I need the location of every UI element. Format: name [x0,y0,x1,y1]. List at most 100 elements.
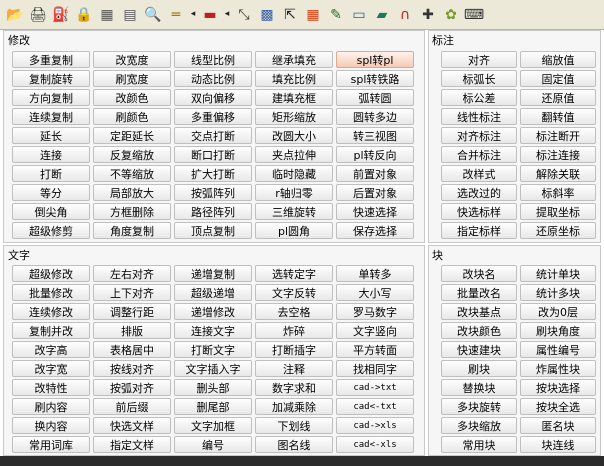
modify-button[interactable]: 快速选择 [336,203,414,220]
text-button[interactable]: 递增复制 [174,265,252,282]
text-button[interactable]: 打断文字 [174,341,252,358]
annotate-button[interactable]: 快选标样 [441,203,517,220]
modify-button[interactable]: 继承填充 [255,51,333,68]
text-button[interactable]: 文字反转 [255,284,333,301]
calculator-icon[interactable]: ▦ [96,4,118,26]
text-button[interactable]: 文字竖向 [336,322,414,339]
annotate-button[interactable]: 标注连接 [520,146,596,163]
text-button[interactable]: 编号 [174,436,252,453]
modify-button[interactable]: 临时隐藏 [255,165,333,182]
modify-button[interactable]: 断口打断 [174,146,252,163]
text-button[interactable]: 常用词库 [12,436,90,453]
annotate-button[interactable]: 对齐 [441,51,517,68]
block-button[interactable]: 批量改名 [441,284,517,301]
print-icon[interactable]: 🖨 [27,4,49,26]
text-button[interactable]: 刷内容 [12,398,90,415]
text-button[interactable]: 指定文样 [93,436,171,453]
modify-button[interactable]: 打断 [12,165,90,182]
stamp-icon[interactable]: ⛽ [50,4,72,26]
modify-button[interactable]: 动态比例 [174,70,252,87]
block-button[interactable]: 改块颜色 [441,322,517,339]
annotate-button[interactable]: 标公差 [441,89,517,106]
block-button[interactable]: 块连线 [520,436,596,453]
book-icon[interactable]: ▰ [371,4,393,26]
block-button[interactable]: 属性编号 [520,341,596,358]
modify-button[interactable]: 交点打断 [174,127,252,144]
text-button[interactable]: 加减乘除 [255,398,333,415]
annotate-button[interactable]: 选改过的 [441,184,517,201]
text-button[interactable]: 大小写 [336,284,414,301]
modify-button[interactable]: pl转反向 [336,146,414,163]
text-button[interactable]: 递增修改 [174,303,252,320]
annotate-button[interactable]: 对齐标注 [441,127,517,144]
modify-button[interactable]: 连续复制 [12,108,90,125]
text-button[interactable]: cad<-xls [336,436,414,453]
text-button[interactable]: 改特性 [12,379,90,396]
text-button[interactable]: 打断插字 [255,341,333,358]
text-button[interactable]: 删尾部 [174,398,252,415]
text-button[interactable]: 表格居中 [93,341,171,358]
text-button[interactable]: 下划线 [255,417,333,434]
arrow-left-icon[interactable]: ◂ [188,4,198,26]
modify-button[interactable]: 定距延长 [93,127,171,144]
text-button[interactable]: 改字高 [12,341,90,358]
modify-button[interactable]: 延长 [12,127,90,144]
modify-button[interactable]: 三维旋转 [255,203,333,220]
annotate-button[interactable]: 还原值 [520,89,596,106]
modify-button[interactable]: 倒尖角 [12,203,90,220]
text-button[interactable]: 改字宽 [12,360,90,377]
text-button[interactable]: 按线对齐 [93,360,171,377]
block-button[interactable]: 多块旋转 [441,398,517,415]
modify-button[interactable]: spl转pl [336,51,414,68]
text-button[interactable]: 单转多 [336,265,414,282]
block-button[interactable]: 炸属性块 [520,360,596,377]
modify-button[interactable]: 改圆大小 [255,127,333,144]
text-button[interactable]: 超级修改 [12,265,90,282]
text-button[interactable]: 左右对齐 [93,265,171,282]
text-button[interactable]: 调整行距 [93,303,171,320]
zoom-icon[interactable]: 🔍 [142,4,164,26]
resize-icon[interactable]: ⇱ [279,4,301,26]
block-button[interactable]: 刷块 [441,360,517,377]
annotate-button[interactable]: 指定标样 [441,222,517,239]
text-button[interactable]: 文字加框 [174,417,252,434]
block-button[interactable]: 按块选择 [520,379,596,396]
modify-button[interactable]: 刷宽度 [93,70,171,87]
block-button[interactable]: 统计多块 [520,284,596,301]
modify-button[interactable]: 多重偏移 [174,108,252,125]
text-button[interactable]: 上下对齐 [93,284,171,301]
block-button[interactable]: 匿名块 [520,417,596,434]
modify-button[interactable]: 建填充框 [255,89,333,106]
modify-button[interactable]: 矩形缩放 [255,108,333,125]
annotate-button[interactable]: 线性标注 [441,108,517,125]
modify-button[interactable]: 填充比例 [255,70,333,87]
modify-button[interactable]: 角度复制 [93,222,171,239]
text-button[interactable]: cad->xls [336,417,414,434]
block-button[interactable]: 改块名 [441,265,517,282]
modify-button[interactable]: r轴归零 [255,184,333,201]
modify-button[interactable]: 改颜色 [93,89,171,106]
annotate-button[interactable]: 固定值 [520,70,596,87]
modify-button[interactable]: 多重复制 [12,51,90,68]
annotate-button[interactable]: 缩放值 [520,51,596,68]
ruler-icon[interactable]: ═ [165,4,187,26]
text-button[interactable]: 删头部 [174,379,252,396]
modify-button[interactable]: 复制旋转 [12,70,90,87]
modify-button[interactable]: 方向复制 [12,89,90,106]
text-button[interactable]: 连续修改 [12,303,90,320]
modify-button[interactable]: 前置对象 [336,165,414,182]
annotate-button[interactable]: 提取坐标 [520,203,596,220]
text-button[interactable]: cad->txt [336,379,414,396]
text-button[interactable]: 去空格 [255,303,333,320]
text-button[interactable]: 注释 [255,360,333,377]
gear-icon[interactable]: ✿ [440,4,462,26]
annotate-button[interactable]: 解除关联 [520,165,596,182]
text-button[interactable]: 炸碎 [255,322,333,339]
text-button[interactable]: 前后缀 [93,398,171,415]
text-button[interactable]: 按弧对齐 [93,379,171,396]
text-button[interactable]: 找相同字 [336,360,414,377]
text-button[interactable]: 超级递增 [174,284,252,301]
block-button[interactable]: 替换块 [441,379,517,396]
modify-button[interactable]: 局部放大 [93,184,171,201]
lock-icon[interactable]: 🔒 [73,4,95,26]
